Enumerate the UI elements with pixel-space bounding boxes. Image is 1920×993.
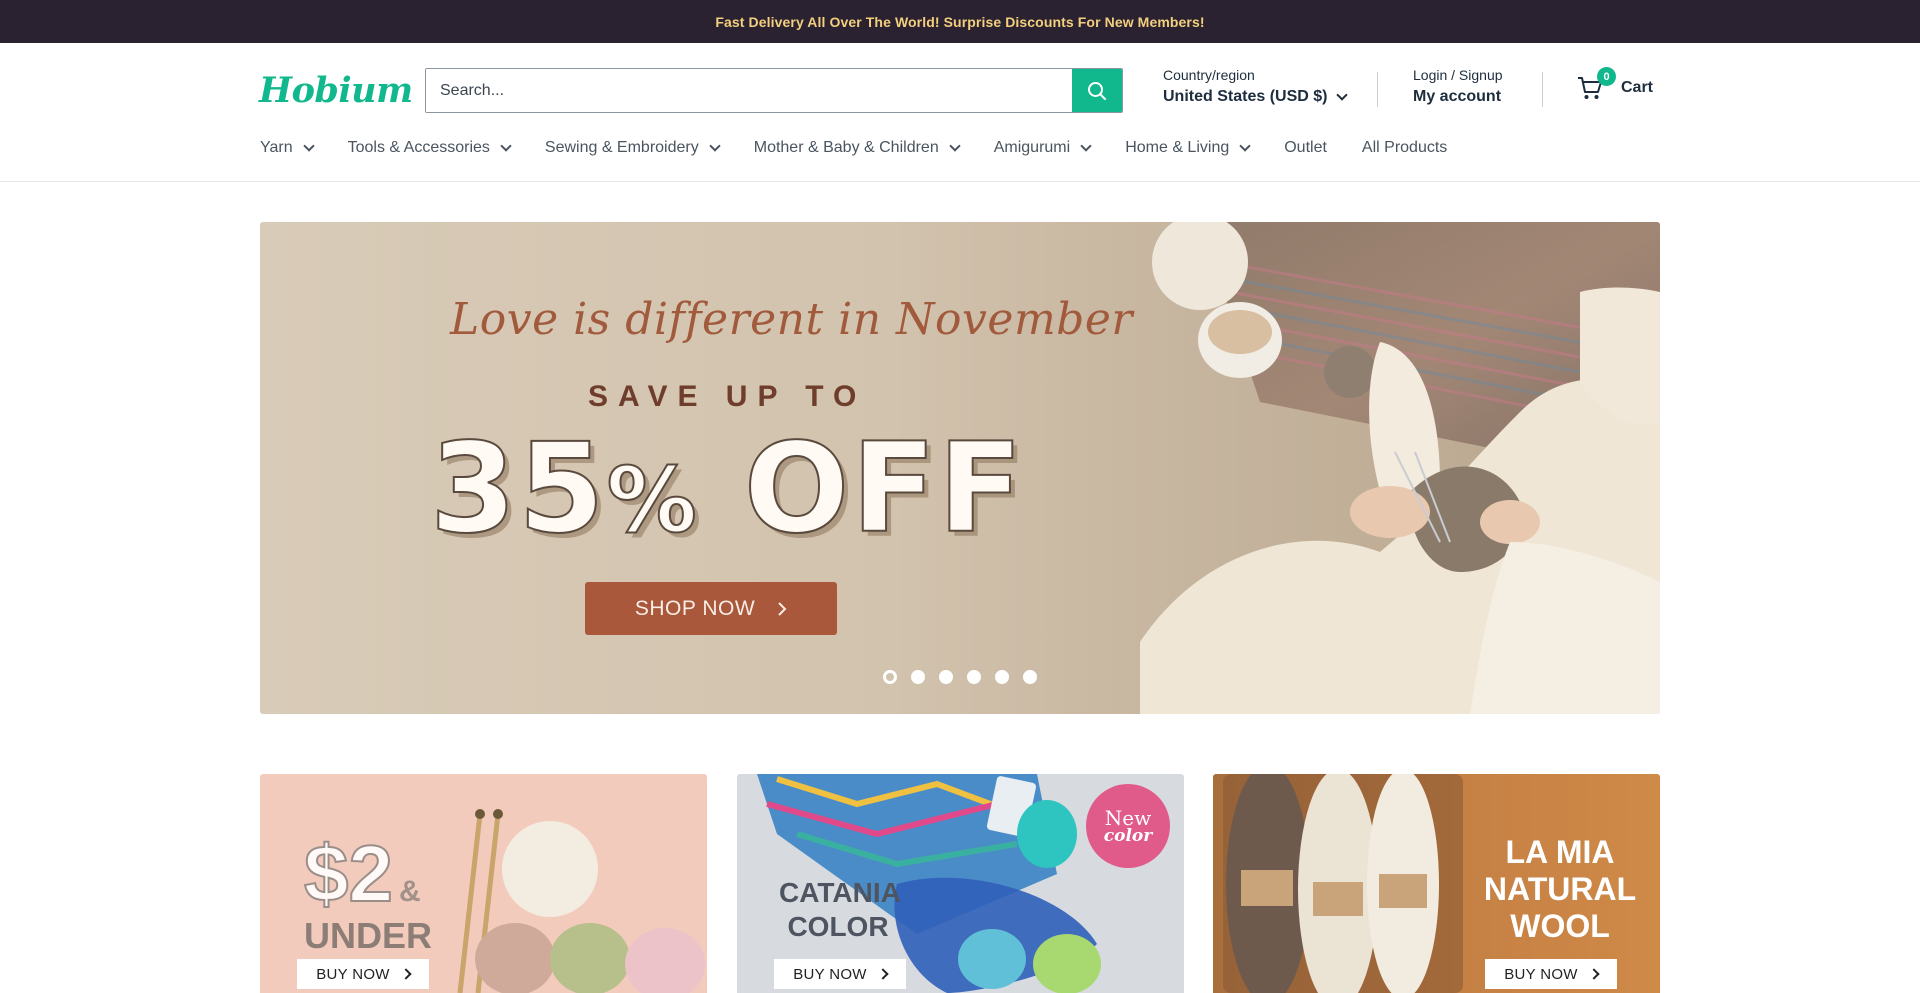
search-bar: [425, 68, 1123, 113]
country-selector[interactable]: Country/region United States (USD $): [1163, 67, 1349, 106]
discount-percent: %: [606, 447, 699, 554]
promo-card-catania-color[interactable]: New color CATANIA COLOR BUY NOW: [737, 774, 1184, 993]
chevron-right-icon: [400, 968, 412, 980]
nav-item-tools-accessories[interactable]: Tools & Accessories: [347, 139, 512, 157]
nav-label: Sewing & Embroidery: [544, 139, 699, 156]
slider-dot-1[interactable]: [883, 670, 897, 684]
new-color-badge: New color: [1086, 784, 1170, 868]
cart-button[interactable]: 0 Cart: [1577, 67, 1654, 101]
chevron-down-icon: [1336, 88, 1349, 101]
nav-item-home-living[interactable]: Home & Living: [1125, 139, 1251, 157]
country-label: Country/region: [1163, 67, 1255, 83]
nav-label: Amigurumi: [993, 139, 1071, 156]
promo-1-under: UNDER: [304, 915, 433, 956]
promo-card-la-mia-natural-wool[interactable]: LA MIA NATURAL WOOL BUY NOW: [1213, 774, 1660, 993]
main-nav: Yarn Tools & Accessories Sewing & Embroi…: [260, 139, 1482, 157]
discount-number: 35: [429, 416, 607, 562]
hero-save-text: SAVE UP TO: [588, 380, 867, 413]
announcement-bar: Fast Delivery All Over The World! Surpri…: [0, 0, 1920, 43]
buy-now-button[interactable]: BUY NOW: [1485, 959, 1617, 989]
buy-now-button[interactable]: BUY NOW: [774, 959, 906, 989]
announcement-text: Fast Delivery All Over The World! Surpri…: [715, 13, 1205, 30]
discount-off: OFF: [698, 416, 1025, 562]
chevron-down-icon: [500, 139, 512, 152]
chevron-right-icon: [1588, 968, 1600, 980]
nav-label: Mother & Baby & Children: [753, 139, 939, 156]
country-value: United States (USD $): [1163, 88, 1328, 105]
promo-1-amp: &: [398, 875, 421, 908]
hero-script-heading: Love is different in November: [450, 294, 1133, 345]
search-input[interactable]: [426, 69, 1072, 112]
chevron-right-icon: [778, 601, 787, 616]
slider-dot-2[interactable]: [911, 670, 925, 684]
nav-label: Tools & Accessories: [347, 139, 490, 156]
buy-now-label: BUY NOW: [1504, 965, 1578, 983]
buy-now-button[interactable]: BUY NOW: [297, 959, 429, 989]
promo-card-2-under[interactable]: $2 & UNDER BUY NOW: [260, 774, 707, 993]
search-button[interactable]: [1072, 69, 1122, 112]
nav-label: All Products: [1361, 139, 1448, 156]
badge-line-2: color: [1103, 826, 1153, 846]
my-account-label: My account: [1413, 88, 1502, 105]
promo-1-price: $2: [303, 829, 394, 918]
divider: [1542, 72, 1543, 107]
shop-now-label: SHOP NOW: [634, 596, 756, 620]
slider-dot-5[interactable]: [995, 670, 1009, 684]
slider-dots: [883, 670, 1037, 684]
site-header: Hobium Country/region United States (USD…: [0, 43, 1920, 182]
promo-2-title: CATANIA COLOR: [779, 877, 901, 942]
hero-discount: 35% OFF: [429, 416, 1025, 562]
account-link[interactable]: Login / Signup My account: [1413, 67, 1503, 106]
cart-label: Cart: [1621, 79, 1654, 96]
hero-slider[interactable]: Love is different in November SAVE UP TO…: [260, 222, 1660, 714]
shop-now-button[interactable]: SHOP NOW: [585, 582, 837, 635]
slider-dot-6[interactable]: [1023, 670, 1037, 684]
chevron-down-icon: [949, 139, 961, 152]
search-icon: [1088, 81, 1106, 100]
divider: [1377, 72, 1378, 107]
chevron-down-icon: [709, 139, 721, 152]
nav-item-all-products[interactable]: All Products: [1362, 139, 1447, 157]
nav-label: Yarn: [260, 139, 293, 156]
nav-item-mother-baby-children[interactable]: Mother & Baby & Children: [753, 139, 961, 157]
nav-label: Outlet: [1284, 139, 1327, 156]
login-signup-label: Login / Signup: [1413, 67, 1503, 83]
buy-now-label: BUY NOW: [316, 965, 390, 983]
cart-count-badge: 0: [1597, 67, 1616, 86]
logo[interactable]: Hobium: [259, 70, 413, 111]
nav-item-outlet[interactable]: Outlet: [1284, 139, 1327, 157]
cart-icon: 0: [1577, 67, 1616, 101]
nav-item-amigurumi[interactable]: Amigurumi: [993, 139, 1092, 157]
nav-item-yarn[interactable]: Yarn: [260, 139, 315, 157]
chevron-down-icon: [1239, 139, 1251, 152]
nav-item-sewing-embroidery[interactable]: Sewing & Embroidery: [544, 139, 721, 157]
promo-1-title: $2 & UNDER: [303, 833, 433, 956]
slider-dot-4[interactable]: [967, 670, 981, 684]
nav-label: Home & Living: [1125, 139, 1230, 156]
knitting-photo: [1140, 222, 1660, 714]
chevron-right-icon: [877, 968, 889, 980]
chevron-down-icon: [1080, 139, 1092, 152]
buy-now-label: BUY NOW: [793, 965, 867, 983]
chevron-down-icon: [302, 139, 315, 152]
promo-3-title: LA MIA NATURAL WOOL: [1483, 834, 1637, 944]
slider-dot-3[interactable]: [939, 670, 953, 684]
